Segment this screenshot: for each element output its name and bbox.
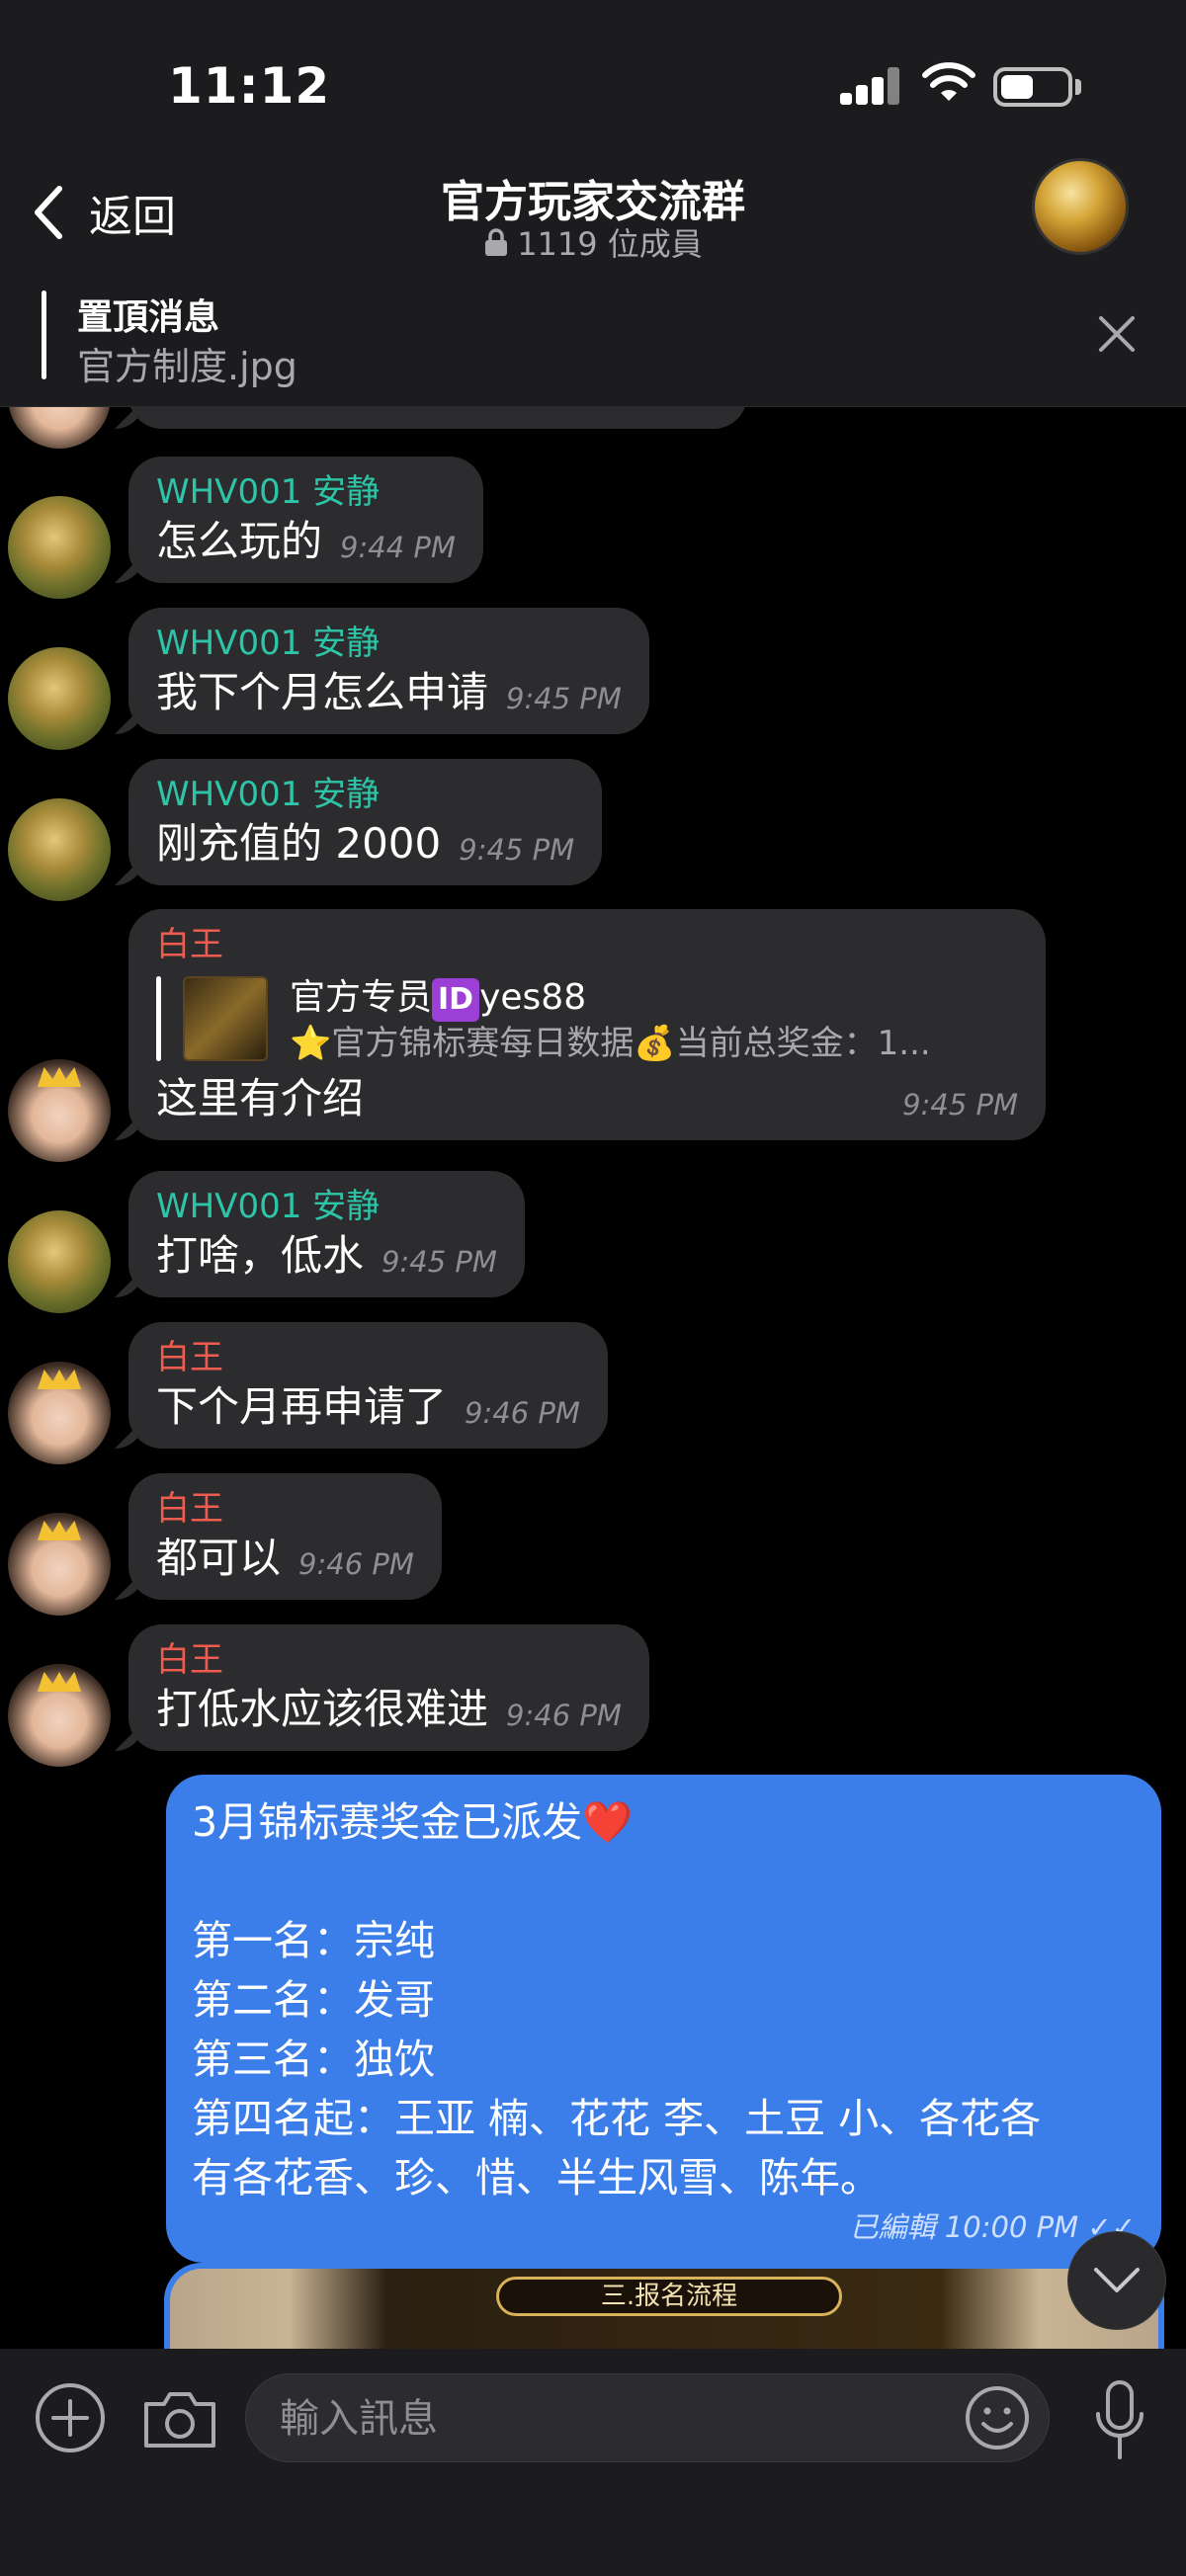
message-time: 9:45 PM (506, 682, 622, 715)
chevron-down-icon (1094, 2268, 1140, 2292)
message-text: 打啥，低水 (156, 1231, 365, 1280)
avatar[interactable] (8, 1513, 111, 1616)
message-text: 下个月再申请了 (156, 1382, 448, 1431)
message-text: 都可以 (156, 1534, 282, 1582)
quoted-reply[interactable]: 官方专员 ID yes88 ⭐官方锦标赛每日数据💰当前总奖金：1... (156, 976, 1018, 1063)
reply-snippet: ⭐官方锦标赛每日数据💰当前总奖金：1... (290, 1024, 931, 1063)
chat-header: 返回 官方玩家交流群 1119 位成員 (0, 148, 1186, 275)
pinned-title: 置頂消息 (77, 297, 220, 338)
reply-indicator-bar (156, 976, 161, 1061)
camera-icon[interactable] (140, 2386, 219, 2451)
member-count: 1119 位成員 (517, 225, 703, 263)
avatar[interactable] (8, 1059, 111, 1162)
message-text: 打低水应该很难进 (156, 1685, 489, 1733)
sender-name[interactable]: 白王 (156, 1487, 414, 1531)
close-icon[interactable] (1095, 312, 1139, 356)
message-text: 怎么玩的 (156, 517, 323, 565)
pinned-message-banner[interactable]: 置頂消息 官方制度.jpg (0, 275, 1186, 407)
edited-label: 已編輯 (849, 2210, 936, 2244)
message-text: 刚充值的 2000 (156, 819, 442, 868)
cellular-signal-icon (840, 67, 901, 105)
avatar[interactable] (8, 647, 111, 750)
outgoing-message-bubble[interactable]: 3月锦标赛奖金已派发❤️ 第一名：宗纯 第二名：发哥 第三名：独饮 第四名起：王… (166, 1775, 1161, 2263)
avatar[interactable] (8, 1362, 111, 1464)
message-bubble-reply[interactable]: 白王 官方专员 ID yes88 ⭐官方锦标赛每日数据💰当前总奖金：1... 这里有… (128, 909, 1046, 1140)
plus-icon[interactable] (34, 2381, 107, 2454)
message-bubble[interactable]: 白王 都可以 9:46 PM (128, 1473, 442, 1600)
heart-icon: ❤️ (582, 1798, 634, 1846)
avatar[interactable] (8, 1210, 111, 1313)
message-time: 9:45 PM (459, 833, 575, 867)
message-time: 9:46 PM (298, 1547, 414, 1581)
message-text: 我下个月怎么申请 (156, 668, 489, 716)
sender-name[interactable]: WHV001 安静 (156, 1185, 497, 1228)
scroll-to-bottom-button[interactable] (1067, 2231, 1166, 2330)
sender-name[interactable]: 白王 (156, 1638, 622, 1682)
message-bubble[interactable]: WHV001 安静 我下个月怎么申请 9:45 PM (128, 608, 649, 734)
lock-icon (485, 228, 508, 256)
message-time: 9:45 PM (902, 1088, 1018, 1122)
image-banner-text: 三.报名流程 (496, 2277, 842, 2316)
message-bubble[interactable]: WHV001 安静 打啥，低水 9:45 PM (128, 1171, 525, 1297)
sender-name[interactable]: WHV001 安静 (156, 622, 622, 665)
message-input[interactable]: 輸入訊息 (245, 2373, 1050, 2462)
member-count-line: 1119 位成員 (0, 219, 1186, 265)
message-bubble[interactable]: 白王 打低水应该很难进 9:46 PM (128, 1624, 649, 1751)
battery-icon (993, 67, 1072, 107)
reply-thumbnail (183, 976, 268, 1061)
microphone-icon[interactable] (1092, 2378, 1147, 2463)
status-time: 11:12 (168, 57, 331, 115)
group-avatar[interactable] (1032, 158, 1129, 255)
message-time: 9:46 PM (465, 1396, 580, 1430)
avatar[interactable] (8, 496, 111, 599)
emoji-icon[interactable] (964, 2384, 1031, 2451)
message-time: 9:45 PM (381, 1245, 497, 1279)
outgoing-message-meta: 已編輯 10:00 PM ✓✓ (192, 2207, 1136, 2247)
message-time: 9:46 PM (506, 1699, 622, 1732)
composer-bar: 輸入訊息 (0, 2349, 1186, 2576)
message-list[interactable]: WHV001 安静 怎么玩的 9:44 PM WHV001 安静 我下个月怎么申请… (0, 407, 1186, 2349)
sender-name[interactable]: 白王 (156, 1336, 580, 1379)
sender-name[interactable]: WHV001 安静 (156, 470, 456, 514)
id-badge-icon: ID (432, 978, 480, 1022)
message-bubble[interactable]: WHV001 安静 刚充值的 2000 9:45 PM (128, 759, 603, 885)
sender-name[interactable]: 白王 (156, 923, 1018, 966)
wifi-icon (922, 62, 975, 101)
avatar[interactable] (8, 798, 111, 901)
outgoing-image-preview[interactable]: 三.报名流程 (164, 2263, 1164, 2466)
status-bar: 11:12 (0, 0, 1186, 148)
message-bubble[interactable]: 白王 下个月再申请了 9:46 PM (128, 1322, 608, 1449)
sender-name[interactable]: WHV001 安静 (156, 773, 574, 816)
battery-tip (1075, 79, 1081, 95)
message-bubble[interactable]: WHV001 安静 怎么玩的 9:44 PM (128, 457, 483, 583)
message-text: 这里有介绍 (156, 1074, 365, 1122)
message-bubble-partial (128, 407, 747, 429)
avatar[interactable] (8, 1664, 111, 1767)
pinned-subtitle: 官方制度.jpg (77, 345, 297, 388)
message-time: 10:00 PM (944, 2210, 1079, 2244)
message-time: 9:44 PM (340, 531, 456, 564)
avatar[interactable] (8, 407, 111, 449)
reply-author: 官方专员 ID yes88 (290, 976, 931, 1022)
pinned-indicator-bar (42, 291, 46, 379)
outgoing-message-text: 3月锦标赛奖金已派发❤️ 第一名：宗纯 第二名：发哥 第三名：独饮 第四名起：王… (192, 1798, 1042, 2202)
